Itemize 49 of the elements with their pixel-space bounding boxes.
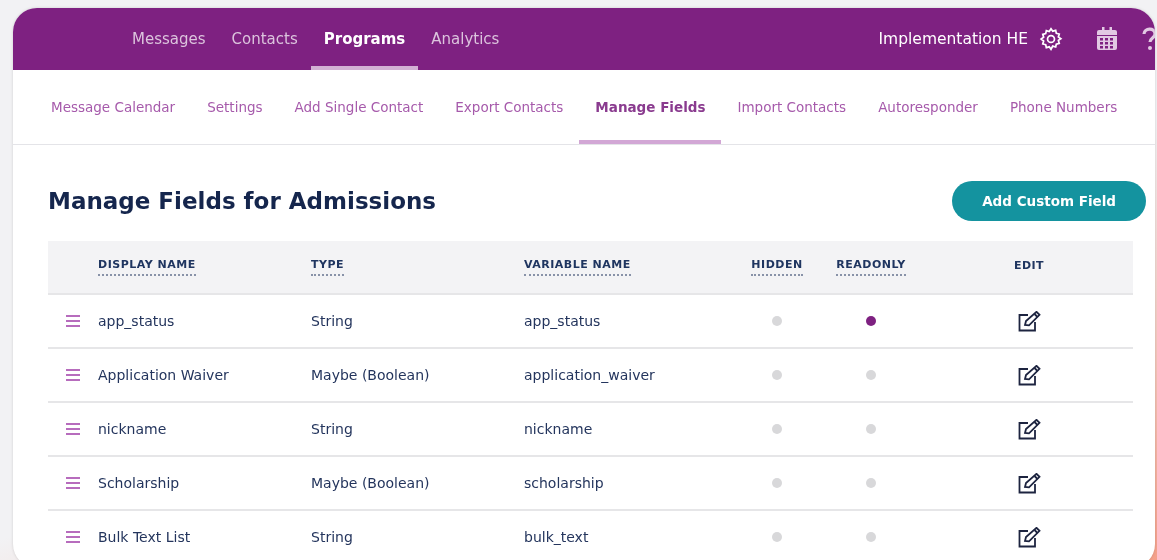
- table-cell-text: nickname: [524, 421, 594, 437]
- tab[interactable]: Export Contacts: [439, 70, 580, 144]
- table-cell-text: bulk_text: [524, 529, 590, 545]
- drag-handle-icon[interactable]: [66, 477, 80, 489]
- tab[interactable]: Message Calendar: [35, 70, 192, 144]
- table-cell-text: Application Waiver: [98, 367, 230, 383]
- calendar-icon[interactable]: [1096, 27, 1118, 51]
- edit-icon[interactable]: [1017, 472, 1041, 494]
- table-cell-text: String: [311, 313, 354, 329]
- edit-icon[interactable]: [1017, 310, 1041, 332]
- account-name[interactable]: Implementation HE: [878, 30, 1028, 48]
- table-cell-text: nickname: [98, 421, 168, 437]
- table-cell-text: Bulk Text List: [98, 529, 192, 545]
- table-cell-text: Maybe (Boolean): [311, 367, 431, 383]
- tab[interactable]: Import Contacts: [721, 70, 863, 144]
- nav-item[interactable]: Contacts: [218, 8, 311, 70]
- table-cell-text: app_status: [524, 313, 602, 329]
- table-cell-text: app_status: [98, 313, 176, 329]
- add-field-button[interactable]: Add Custom Field: [952, 181, 1146, 221]
- column-header[interactable]: TYPE: [311, 258, 345, 276]
- table-cell-text: String: [311, 529, 354, 545]
- table-cell-text: Scholarship: [98, 475, 181, 491]
- drag-handle-icon[interactable]: [66, 315, 80, 327]
- edit-icon[interactable]: [1017, 364, 1041, 386]
- table-cell-text: application_waiver: [524, 367, 656, 383]
- nav-item[interactable]: Analytics: [418, 8, 513, 70]
- drag-handle-icon[interactable]: [66, 423, 80, 435]
- help-icon[interactable]: [1142, 26, 1155, 52]
- table-cell-text: Maybe (Boolean): [311, 475, 431, 491]
- tab[interactable]: Settings: [191, 70, 279, 144]
- column-header[interactable]: READONLY: [836, 258, 906, 276]
- nav-item[interactable]: Messages: [119, 8, 219, 70]
- settings-icon[interactable]: [1038, 26, 1064, 52]
- edit-icon[interactable]: [1017, 526, 1041, 548]
- tab[interactable]: Add Single Contact: [278, 70, 440, 144]
- table-cell-text: String: [311, 421, 354, 437]
- edit-icon[interactable]: [1017, 418, 1041, 440]
- table-cell-text: scholarship: [524, 475, 605, 491]
- drag-handle-icon[interactable]: [66, 369, 80, 381]
- page-title: Manage Fields for Admissions: [48, 188, 436, 214]
- tab[interactable]: Manage Fields: [579, 70, 722, 144]
- drag-handle-icon[interactable]: [66, 531, 80, 543]
- column-header[interactable]: DISPLAY NAME: [98, 258, 196, 276]
- tab[interactable]: Autoresponder: [862, 70, 994, 144]
- column-header[interactable]: VARIABLE NAME: [524, 258, 631, 276]
- tab[interactable]: Phone Numbers: [993, 70, 1134, 144]
- column-header[interactable]: HIDDEN: [751, 258, 803, 276]
- nav-item[interactable]: Programs: [310, 8, 419, 70]
- column-header: EDIT: [1013, 258, 1045, 274]
